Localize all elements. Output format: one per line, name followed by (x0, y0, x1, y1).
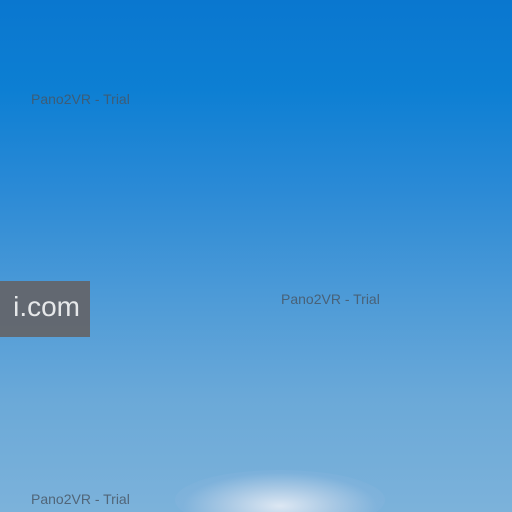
trial-watermark: Pano2VR - Trial (31, 91, 130, 107)
sky-background (0, 0, 512, 512)
trial-watermark: Pano2VR - Trial (31, 491, 130, 507)
trial-watermark: Pano2VR - Trial (281, 291, 380, 307)
url-tag: i.com (0, 281, 90, 337)
url-tag-text: i.com (13, 291, 80, 322)
